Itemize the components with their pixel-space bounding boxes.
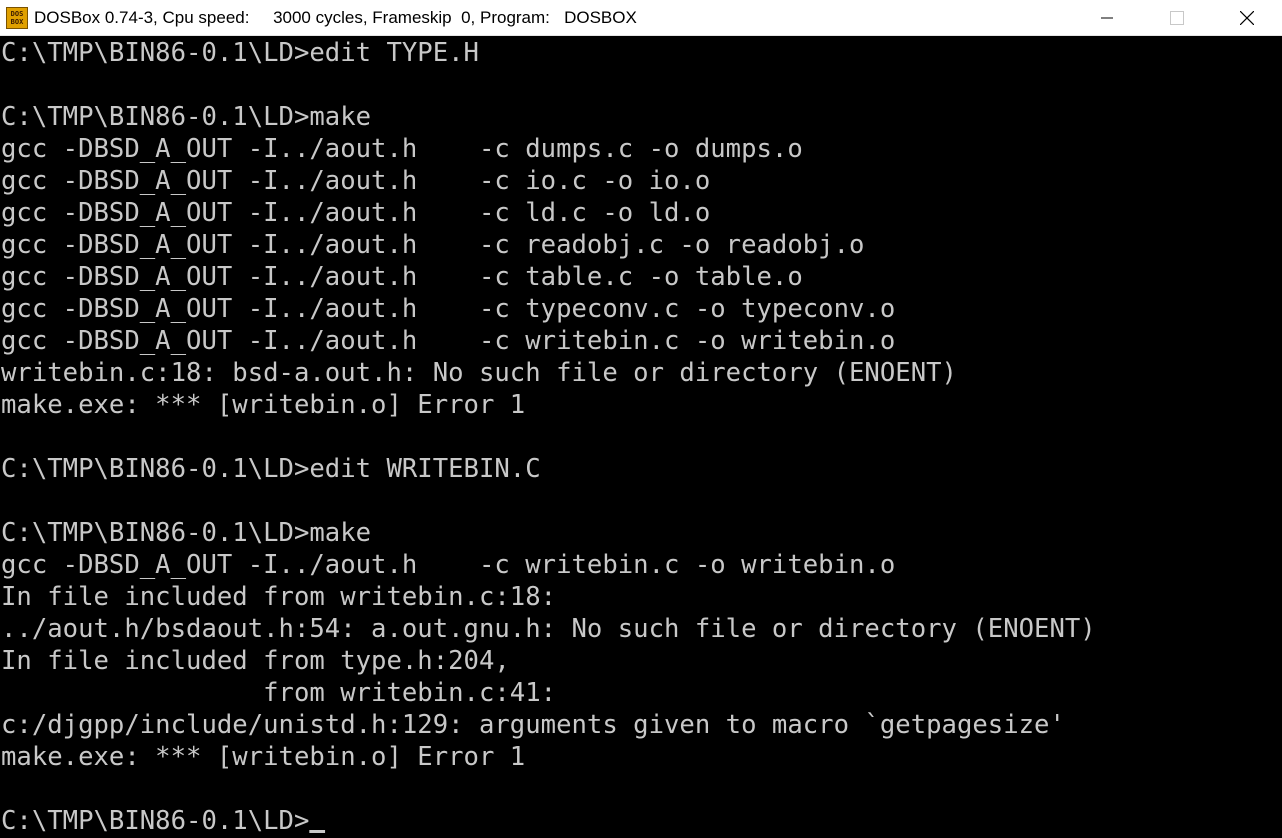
dosbox-icon-label-top: DOS xyxy=(10,9,24,18)
minimize-button[interactable] xyxy=(1072,0,1142,36)
console-line: C:\TMP\BIN86-0.1\LD>edit TYPE.H xyxy=(1,38,479,68)
dosbox-window: DOS BOX DOSBox 0.74-3, Cpu speed: 3000 c… xyxy=(0,0,1282,838)
minimize-icon xyxy=(1101,17,1113,18)
console-line: gcc -DBSD_A_OUT -I../aout.h -c table.c -… xyxy=(1,262,803,292)
console-line: writebin.c:18: bsd-a.out.h: No such file… xyxy=(1,358,957,388)
console-line: gcc -DBSD_A_OUT -I../aout.h -c typeconv.… xyxy=(1,294,896,324)
console-line: gcc -DBSD_A_OUT -I../aout.h -c io.c -o i… xyxy=(1,166,711,196)
console-line: gcc -DBSD_A_OUT -I../aout.h -c writebin.… xyxy=(1,326,896,356)
console-line: make.exe: *** [writebin.o] Error 1 xyxy=(1,742,526,772)
console-line: C:\TMP\BIN86-0.1\LD>edit WRITEBIN.C xyxy=(1,454,541,484)
window-controls xyxy=(1072,0,1282,36)
console-line: c:/djgpp/include/unistd.h:129: arguments… xyxy=(1,710,1065,740)
dosbox-icon[interactable]: DOS BOX xyxy=(6,6,28,29)
console-line: gcc -DBSD_A_OUT -I../aout.h -c writebin.… xyxy=(1,550,896,580)
prompt-line[interactable]: C:\TMP\BIN86-0.1\LD> xyxy=(1,805,1263,837)
console-line: gcc -DBSD_A_OUT -I../aout.h -c readobj.c… xyxy=(1,230,865,260)
console-line: make.exe: *** [writebin.o] Error 1 xyxy=(1,390,526,420)
close-button[interactable] xyxy=(1212,0,1282,36)
title-bar[interactable]: DOS BOX DOSBox 0.74-3, Cpu speed: 3000 c… xyxy=(0,0,1282,36)
maximize-button[interactable] xyxy=(1142,0,1212,36)
text-cursor xyxy=(309,830,326,833)
console-line: C:\TMP\BIN86-0.1\LD>make xyxy=(1,102,372,132)
console-line: C:\TMP\BIN86-0.1\LD>make xyxy=(1,518,372,548)
dos-console[interactable]: C:\TMP\BIN86-0.1\LD>edit TYPE.H C:\TMP\B… xyxy=(0,37,1282,838)
maximize-icon xyxy=(1170,10,1184,25)
window-title: DOSBox 0.74-3, Cpu speed: 3000 cycles, F… xyxy=(34,7,637,27)
console-line: In file included from type.h:204, xyxy=(1,646,510,676)
console-line: from writebin.c:41: xyxy=(1,678,557,708)
console-line: ../aout.h/bsdaout.h:54: a.out.gnu.h: No … xyxy=(1,614,1096,644)
command-prompt: C:\TMP\BIN86-0.1\LD> xyxy=(1,806,310,836)
console-line: In file included from writebin.c:18: xyxy=(1,582,557,612)
dosbox-icon-label-bottom: BOX xyxy=(10,17,24,26)
close-icon xyxy=(1240,10,1254,25)
console-line: gcc -DBSD_A_OUT -I../aout.h -c ld.c -o l… xyxy=(1,198,711,228)
console-line: gcc -DBSD_A_OUT -I../aout.h -c dumps.c -… xyxy=(1,134,803,164)
